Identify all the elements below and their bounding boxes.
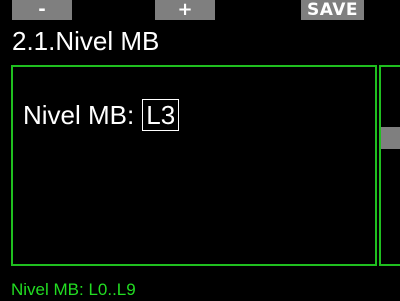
setting-label: Nivel MB: [23,100,135,130]
save-button[interactable]: SAVE [301,0,364,20]
settings-panel: Nivel MB: L3 [11,65,377,266]
setting-value-field[interactable]: L3 [142,99,180,131]
range-hint: Nivel MB: L0..L9 [11,280,136,299]
setting-row[interactable]: Nivel MB: L3 [23,99,180,131]
scrollbar-thumb[interactable] [381,127,400,149]
scrollbar[interactable] [379,65,400,266]
page-title: 2.1.Nivel MB [12,26,160,56]
decrease-button[interactable]: - [12,0,72,20]
increase-button[interactable]: + [155,0,215,20]
